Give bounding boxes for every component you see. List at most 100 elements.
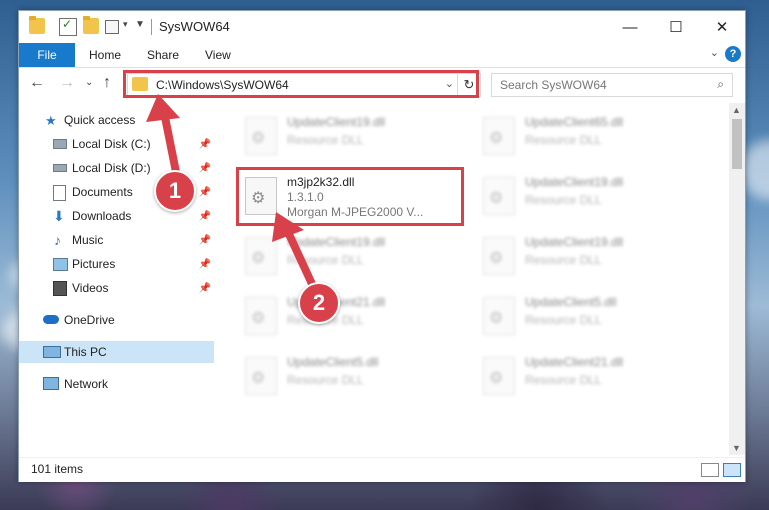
- tab-share[interactable]: Share: [147, 48, 179, 62]
- vertical-scrollbar[interactable]: ▲ ▼: [729, 103, 745, 455]
- list-item[interactable]: UpdateClient21.dll Resource DLL: [237, 289, 462, 339]
- pin-icon[interactable]: 📌: [199, 235, 211, 246]
- search-box[interactable]: ⌕: [491, 73, 733, 97]
- pin-icon[interactable]: 📌: [199, 187, 211, 198]
- pictures-icon: [53, 258, 68, 271]
- sidebar-item-local-disk-c[interactable]: Local Disk (C:) 📌: [19, 133, 214, 155]
- sidebar-item-label: This PC: [64, 345, 107, 359]
- list-item[interactable]: UpdateClient19.dll Resource DLL: [237, 109, 462, 159]
- address-dropdown-icon[interactable]: ⌄: [445, 77, 454, 90]
- dll-file-icon: [483, 297, 515, 335]
- file-name: UpdateClient19.dll: [525, 175, 624, 189]
- window-title: SysWOW64: [159, 19, 230, 34]
- minimize-button[interactable]: —: [607, 11, 653, 43]
- documents-icon: [53, 185, 66, 201]
- tab-file[interactable]: File: [19, 43, 75, 67]
- recent-locations-chevron-icon[interactable]: ⌄: [85, 77, 93, 88]
- scroll-up-icon[interactable]: ▲: [732, 105, 741, 115]
- file-name: UpdateClient19.dll: [525, 235, 624, 249]
- list-item-m3jp2k32[interactable]: m3jp2k32.dll 1.3.1.0 Morgan M-JPEG2000 V…: [237, 169, 462, 219]
- cloud-icon: [43, 315, 59, 324]
- expand-ribbon-chevron-icon[interactable]: ⌄: [710, 46, 719, 59]
- sidebar-item-label: Local Disk (D:): [72, 161, 151, 175]
- dll-file-icon: [483, 357, 515, 395]
- properties-check-icon[interactable]: [59, 17, 77, 36]
- navigation-bar: ← → ⌄ ↑ C:\Windows\SysWOW64 ⌄ ↻ ⌕: [19, 68, 745, 100]
- tiles-view-icon[interactable]: [723, 463, 741, 477]
- dll-file-icon: [245, 177, 277, 215]
- sidebar-item-quick-access[interactable]: ★ Quick access: [19, 109, 214, 131]
- refresh-icon: ↻: [463, 77, 475, 92]
- address-path[interactable]: C:\Windows\SysWOW64: [156, 78, 289, 92]
- sidebar-item-music[interactable]: ♪ Music 📌: [19, 229, 214, 251]
- qa-dropdown-icon[interactable]: ▾: [123, 19, 128, 30]
- pin-icon[interactable]: 📌: [199, 211, 211, 222]
- details-view-icon[interactable]: [701, 463, 719, 477]
- pin-icon[interactable]: 📌: [199, 163, 211, 174]
- tab-home[interactable]: Home: [89, 48, 121, 62]
- scrollbar-thumb[interactable]: [732, 119, 742, 169]
- list-item[interactable]: UpdateClient19.dll Resource DLL: [237, 229, 462, 279]
- pin-icon[interactable]: 📌: [199, 259, 211, 270]
- sidebar-item-label: Documents: [72, 185, 133, 199]
- file-name: m3jp2k32.dll: [287, 175, 355, 189]
- pin-icon[interactable]: 📌: [199, 283, 211, 294]
- sidebar-item-videos[interactable]: Videos 📌: [19, 277, 214, 299]
- forward-arrow-icon[interactable]: →: [59, 74, 75, 92]
- file-type: Resource DLL: [525, 373, 602, 387]
- list-item[interactable]: UpdateClient5.dll Resource DLL: [475, 289, 700, 339]
- download-icon: ⬇: [53, 208, 65, 224]
- item-count: 101 items: [31, 462, 84, 476]
- sidebar-item-pictures[interactable]: Pictures 📌: [19, 253, 214, 275]
- dll-file-icon: [245, 297, 277, 335]
- tab-view[interactable]: View: [205, 48, 231, 62]
- dll-file-icon: [483, 237, 515, 275]
- sidebar-item-onedrive[interactable]: OneDrive: [19, 309, 214, 331]
- navigation-pane: ★ Quick access Local Disk (C:) 📌 Local D…: [19, 103, 214, 443]
- callout-step-two: 2: [298, 282, 340, 324]
- dll-file-icon: [483, 177, 515, 215]
- sidebar-item-this-pc[interactable]: This PC: [19, 341, 214, 363]
- file-version: 1.3.1.0: [287, 190, 324, 204]
- file-type: Resource DLL: [287, 373, 364, 387]
- sidebar-item-label: Pictures: [72, 257, 116, 271]
- file-type: Resource DLL: [287, 133, 364, 147]
- file-explorer-window: ▾ ▼ SysWOW64 — ☐ ✕ File Home Share View …: [18, 10, 746, 482]
- sidebar-item-network[interactable]: Network: [19, 373, 214, 395]
- status-bar: 101 items: [19, 457, 745, 482]
- ribbon-tabs: File Home Share View ⌄ ?: [19, 43, 745, 68]
- list-item[interactable]: UpdateClient65.dll Resource DLL: [475, 109, 700, 159]
- dll-file-icon: [245, 357, 277, 395]
- folder-icon[interactable]: [29, 16, 45, 34]
- list-item[interactable]: UpdateClient19.dll Resource DLL: [475, 169, 700, 219]
- drive-icon: [53, 164, 67, 172]
- address-bar[interactable]: C:\Windows\SysWOW64 ⌄: [127, 73, 459, 97]
- search-input[interactable]: [498, 77, 702, 93]
- search-icon[interactable]: ⌕: [717, 77, 724, 92]
- list-item[interactable]: UpdateClient21.dll Resource DLL: [475, 349, 700, 399]
- callout-step-one: 1: [154, 170, 196, 212]
- customize-toolbar-icon[interactable]: [105, 20, 119, 34]
- list-item[interactable]: UpdateClient5.dll Resource DLL: [237, 349, 462, 399]
- back-arrow-icon[interactable]: ←: [29, 74, 45, 92]
- sidebar-item-label: Quick access: [64, 113, 136, 127]
- file-name: UpdateClient5.dll: [287, 355, 379, 369]
- scroll-down-icon[interactable]: ▼: [732, 443, 741, 453]
- file-type: Resource DLL: [525, 133, 602, 147]
- videos-icon: [53, 281, 67, 296]
- up-arrow-icon[interactable]: ↑: [103, 74, 111, 92]
- refresh-button[interactable]: ↻: [457, 73, 481, 97]
- close-button[interactable]: ✕: [699, 11, 745, 43]
- file-name: UpdateClient5.dll: [525, 295, 617, 309]
- file-name: UpdateClient19.dll: [287, 235, 386, 249]
- help-icon[interactable]: ?: [725, 46, 741, 62]
- pin-icon[interactable]: 📌: [199, 139, 211, 150]
- computer-icon: [43, 346, 61, 358]
- qa-customize-arrow-icon[interactable]: ▼: [135, 19, 145, 30]
- sidebar-item-label: OneDrive: [64, 313, 115, 327]
- new-folder-icon[interactable]: [83, 16, 99, 34]
- sidebar-item-label: Music: [72, 233, 104, 247]
- maximize-button[interactable]: ☐: [653, 11, 699, 43]
- list-item[interactable]: UpdateClient19.dll Resource DLL: [475, 229, 700, 279]
- file-type: Resource DLL: [525, 193, 602, 207]
